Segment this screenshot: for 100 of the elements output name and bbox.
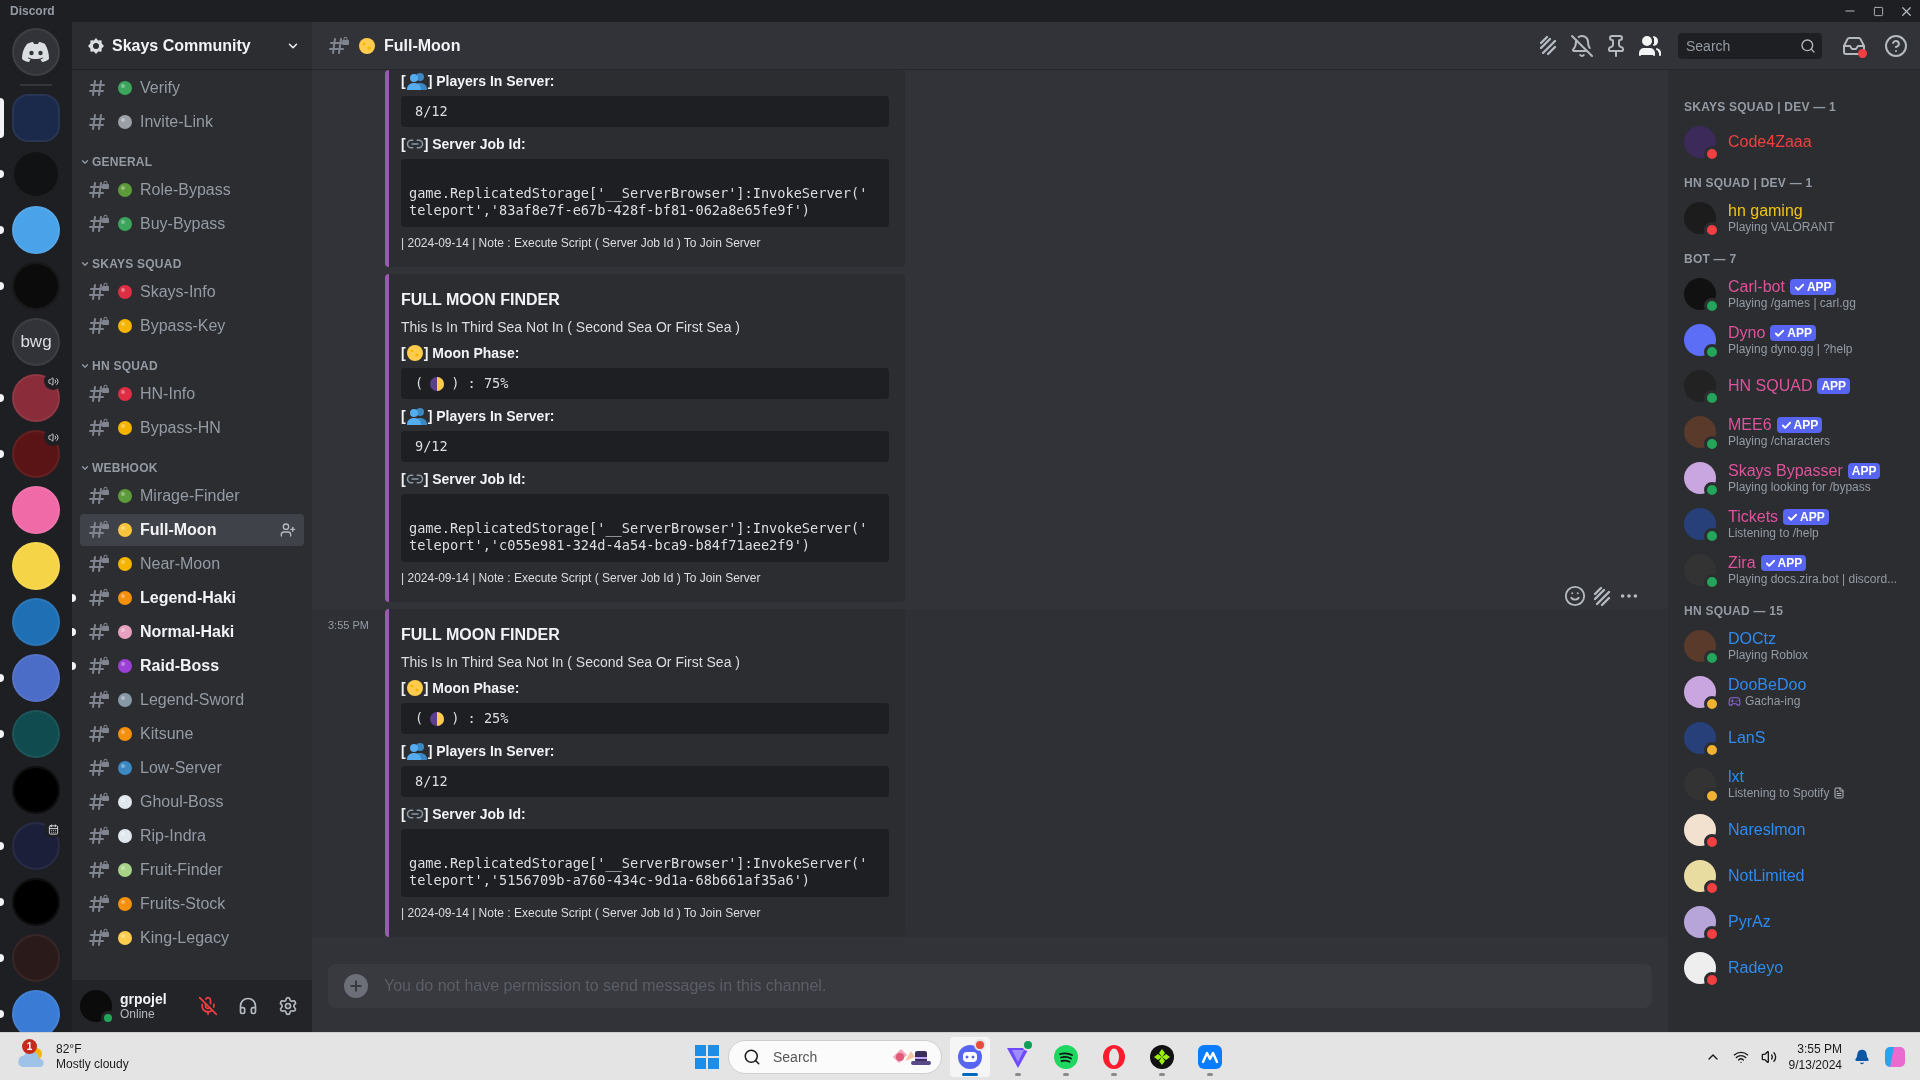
member-item[interactable]: MEE6 APP Playing /characters	[1676, 410, 1912, 454]
member-item[interactable]: Carl-bot APP Playing /games | carl.gg	[1676, 272, 1912, 316]
members-icon[interactable]	[1638, 33, 1662, 58]
people-icon	[405, 407, 428, 425]
channel-item[interactable]: HN-Info	[80, 378, 304, 410]
server-button[interactable]	[12, 486, 60, 534]
channel-item[interactable]: Near-Moon	[80, 548, 304, 580]
channel-item[interactable]: Verify	[80, 72, 304, 104]
search-box[interactable]: Search	[1678, 32, 1822, 59]
bracket: [	[401, 345, 406, 361]
taskbar-search[interactable]: Search	[771, 1047, 881, 1066]
channel-item[interactable]: Mirage-Finder	[80, 480, 304, 512]
category-header[interactable]: HN SQUAD	[80, 358, 158, 374]
chat-app-icon[interactable]	[957, 1043, 983, 1070]
category-header[interactable]: GENERAL	[80, 154, 153, 170]
username: grpojel	[120, 991, 168, 1007]
server-button[interactable]: bwg	[12, 318, 60, 366]
channel-item[interactable]: Buy-Bypass	[80, 208, 304, 240]
emoji-icon	[116, 657, 134, 675]
emoji-icon	[116, 895, 134, 913]
member-item[interactable]: PyrAz	[1676, 900, 1912, 944]
member-item[interactable]: Skays Bypasser APP Playing looking for /bypass	[1676, 456, 1912, 500]
channel-item[interactable]: Rip-Indra	[80, 820, 304, 852]
member-item[interactable]: lxt Listening to Spotify	[1676, 762, 1912, 806]
member-name: DooBeDoo	[1728, 676, 1807, 694]
channel-item[interactable]: Low-Server	[80, 752, 304, 784]
member-item[interactable]: Zira APP Playing docs.zira.bot | discord...	[1676, 548, 1912, 592]
member-item[interactable]: hn gaming Playing VALORANT	[1676, 196, 1912, 240]
field-label: ] Players In Server:	[427, 743, 555, 759]
member-item[interactable]: Code4Zaaa	[1676, 120, 1912, 164]
member-item[interactable]: Tickets APP Listening to /help	[1676, 502, 1912, 546]
channel-item[interactable]: Fruit-Finder	[80, 854, 304, 886]
member-name: NotLimited	[1728, 867, 1805, 885]
emoji-icon	[116, 385, 134, 403]
avatar[interactable]	[80, 990, 112, 1022]
moon-icon	[405, 679, 424, 697]
user-status: Online	[120, 1007, 156, 1021]
emoji-icon	[116, 589, 134, 607]
member-item[interactable]: NotLimited	[1676, 854, 1912, 898]
member-name: PyrAz	[1728, 913, 1771, 931]
channel-item[interactable]: Legend-Sword	[80, 684, 304, 716]
channel-name: Role-Bypass	[140, 181, 232, 199]
member-activity: Listening to Spotify	[1728, 786, 1830, 800]
bell-icon[interactable]	[1854, 1048, 1870, 1065]
channel-item[interactable]: Kitsune	[80, 718, 304, 750]
channel-item[interactable]: Full-Moon	[80, 514, 304, 546]
app-icon[interactable]	[1197, 1043, 1223, 1070]
member-item[interactable]: Nareslmon	[1676, 808, 1912, 852]
channel-item[interactable]: Invite-Link	[80, 106, 304, 138]
emoji-icon	[116, 623, 134, 641]
member-item[interactable]: DooBeDoo Gacha-ing	[1676, 670, 1912, 714]
member-activity: Listening to /help	[1728, 526, 1819, 540]
add-reaction-icon[interactable]	[1564, 585, 1586, 607]
code-text: 8/12	[415, 103, 448, 120]
check-icon	[1787, 511, 1799, 523]
maximize-icon	[1872, 5, 1884, 17]
channel-item[interactable]: Skays-Info	[80, 276, 304, 308]
member-activity: Playing docs.zira.bot | discord...	[1728, 572, 1898, 586]
channel-item[interactable]: Fruits-Stock	[80, 888, 304, 920]
home-button[interactable]	[12, 28, 60, 76]
volume-icon[interactable]	[1760, 1048, 1777, 1065]
category-header[interactable]: WEBHOOK	[80, 460, 158, 476]
windows-start-icon[interactable]	[694, 1043, 720, 1070]
channel-item[interactable]: Bypass-Key	[80, 310, 304, 342]
server-button[interactable]	[12, 542, 60, 590]
muted-microphone-icon	[198, 996, 218, 1016]
member-name: Code4Zaaa	[1728, 133, 1812, 151]
channel-item[interactable]: Bypass-HN	[80, 412, 304, 444]
add-member-icon[interactable]	[280, 522, 296, 538]
channel-item[interactable]: King-Legacy	[80, 922, 304, 954]
member-item[interactable]: DOCtz Playing Roblox	[1676, 624, 1912, 668]
channel-item[interactable]: Role-Bypass	[80, 174, 304, 206]
search-icon[interactable]	[1800, 37, 1816, 54]
channel-item[interactable]: Raid-Boss	[80, 650, 304, 682]
member-name: Radeyo	[1728, 959, 1784, 977]
taskbar-search-box[interactable]: Search	[728, 1039, 942, 1074]
category-header[interactable]: SKAYS SQUAD	[80, 256, 182, 272]
member-item[interactable]: Radeyo	[1676, 946, 1912, 990]
channel-title: Full-Moon	[384, 36, 461, 55]
member-item[interactable]: Dyno APP Playing dyno.gg | ?help	[1676, 318, 1912, 362]
emoji-icon	[116, 283, 134, 301]
channel-item[interactable]: Legend-Haki	[80, 582, 304, 614]
member-item[interactable]: LanS	[1676, 716, 1912, 760]
channel-name: Full-Moon	[140, 521, 218, 539]
member-activity: Playing /games | carl.gg	[1728, 296, 1856, 310]
search-field[interactable]: Search	[1684, 36, 1800, 55]
gamepad-icon[interactable]	[1149, 1043, 1175, 1070]
server-button[interactable]	[12, 206, 60, 254]
ring-icon[interactable]	[1101, 1043, 1127, 1070]
emoji-icon	[116, 181, 134, 199]
channel-name: Rip-Indra	[140, 827, 207, 845]
emoji-icon	[116, 929, 134, 947]
check-icon	[1774, 327, 1786, 339]
channel-item[interactable]: Normal-Haki	[80, 616, 304, 648]
muted-bell-icon[interactable]	[1570, 33, 1594, 58]
music-app-icon[interactable]	[1053, 1043, 1079, 1070]
member-item[interactable]: HN SQUAD APP	[1676, 364, 1912, 408]
search-icon[interactable]	[743, 1047, 761, 1066]
member-name: Skays Bypasser	[1728, 462, 1843, 480]
channel-item[interactable]: Ghoul-Boss	[80, 786, 304, 818]
